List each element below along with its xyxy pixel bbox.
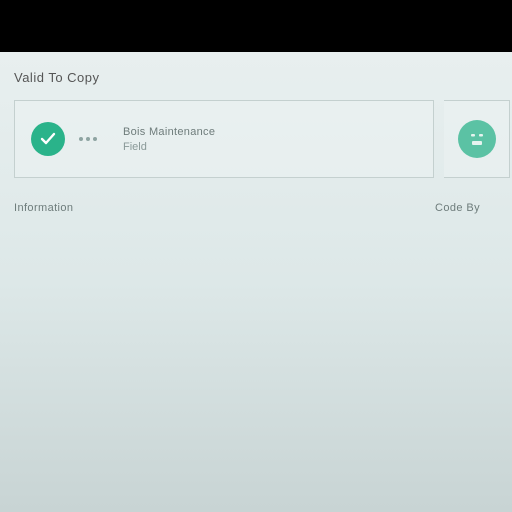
section-label: Valid To Copy [14, 70, 100, 85]
status-dots-icon [79, 131, 109, 147]
card-title: Bois Maintenance [123, 126, 215, 138]
checkmark-icon [31, 122, 65, 156]
card-subtitle: Field [123, 141, 215, 153]
status-card[interactable]: Bois Maintenance Field [14, 100, 434, 178]
side-action-card[interactable] [444, 100, 510, 178]
footer-right-label: Code By [435, 202, 480, 214]
footer-left-label: Information [14, 202, 73, 214]
face-icon [458, 120, 496, 158]
app-screen: Valid To Copy Bois Maintenance Field Inf… [0, 52, 512, 512]
card-text: Bois Maintenance Field [123, 126, 215, 153]
footer-row: Information Code By [14, 202, 510, 214]
